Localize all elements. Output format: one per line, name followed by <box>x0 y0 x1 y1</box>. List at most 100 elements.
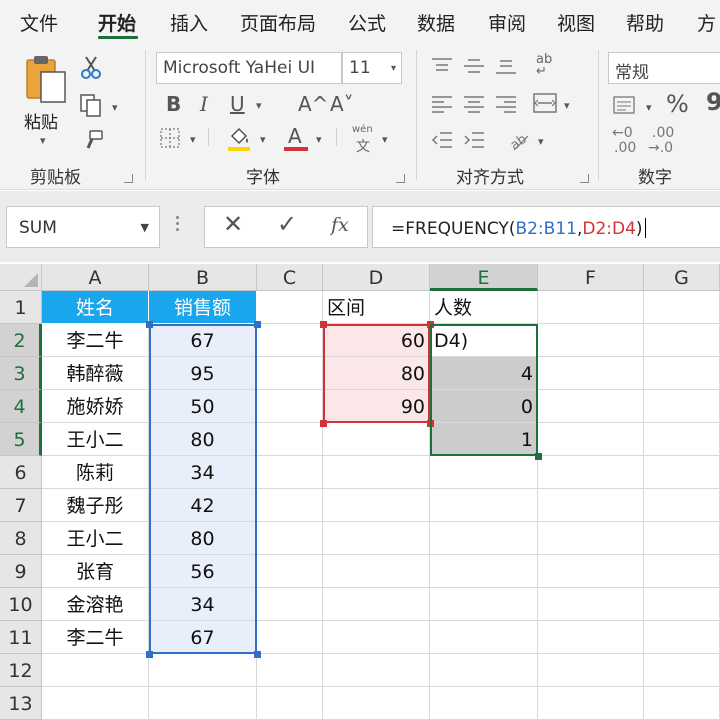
column-header-d[interactable]: D <box>323 264 430 291</box>
cell-c5[interactable] <box>257 423 323 456</box>
enter-icon[interactable]: ✓ <box>277 212 297 236</box>
cell-d6[interactable] <box>323 456 430 489</box>
row-header-7[interactable]: 7 <box>0 489 42 522</box>
cell-f4[interactable] <box>538 390 644 423</box>
format-painter-icon[interactable] <box>80 128 106 154</box>
range-handle[interactable] <box>427 420 434 427</box>
cell-e10[interactable] <box>430 588 538 621</box>
cell-g3[interactable] <box>644 357 720 390</box>
sales-cell[interactable]: 67 <box>149 621 257 654</box>
header-cell-count[interactable]: 人数 <box>430 291 538 324</box>
column-header-e[interactable]: E <box>430 264 538 291</box>
row-header-5[interactable]: 5 <box>0 423 42 456</box>
align-bottom-icon[interactable] <box>494 56 518 76</box>
cell-d8[interactable] <box>323 522 430 555</box>
name-cell[interactable]: 施娇娇 <box>42 390 149 423</box>
cell-c11[interactable] <box>257 621 323 654</box>
column-header-c[interactable]: C <box>257 264 323 291</box>
insert-function-icon[interactable]: fx <box>331 216 349 235</box>
cell-e8[interactable] <box>430 522 538 555</box>
tab-file[interactable]: 文件 <box>20 9 58 36</box>
column-header-f[interactable]: F <box>538 264 644 291</box>
cell-g13[interactable] <box>644 687 720 720</box>
name-cell[interactable]: 金溶艳 <box>42 588 149 621</box>
cell-c10[interactable] <box>257 588 323 621</box>
accounting-format-icon[interactable] <box>612 94 638 116</box>
row-header-11[interactable]: 11 <box>0 621 42 654</box>
range-handle[interactable] <box>320 321 327 328</box>
alignment-launcher-icon[interactable] <box>580 174 589 183</box>
column-header-g[interactable]: G <box>644 264 720 291</box>
cell-f9[interactable] <box>538 555 644 588</box>
sales-cell[interactable]: 34 <box>149 456 257 489</box>
underline-button[interactable]: U <box>230 94 245 114</box>
cell-d11[interactable] <box>323 621 430 654</box>
cell-f7[interactable] <box>538 489 644 522</box>
increase-decimal-button[interactable]: ←0 .00 <box>612 126 646 156</box>
cell-c8[interactable] <box>257 522 323 555</box>
cell-f6[interactable] <box>538 456 644 489</box>
tab-review[interactable]: 审阅 <box>488 9 526 36</box>
chevron-down-icon[interactable]: ▾ <box>538 136 544 147</box>
row-header-10[interactable]: 10 <box>0 588 42 621</box>
border-icon[interactable] <box>158 126 182 150</box>
interval-cell[interactable]: 80 <box>323 357 430 390</box>
range-handle[interactable] <box>427 321 434 328</box>
chevron-down-icon[interactable]: ▾ <box>564 100 570 111</box>
row-header-8[interactable]: 8 <box>0 522 42 555</box>
cell-f5[interactable] <box>538 423 644 456</box>
cell-c7[interactable] <box>257 489 323 522</box>
chevron-down-icon[interactable]: ▾ <box>382 134 388 145</box>
name-cell[interactable]: 李二牛 <box>42 621 149 654</box>
cell-c2[interactable] <box>257 324 323 357</box>
cell-d12[interactable] <box>323 654 430 687</box>
cell-c1[interactable] <box>257 291 323 324</box>
cell-f10[interactable] <box>538 588 644 621</box>
cell-e13[interactable] <box>430 687 538 720</box>
header-cell-name[interactable]: 姓名 <box>42 291 149 324</box>
cell-g2[interactable] <box>644 324 720 357</box>
cell-f12[interactable] <box>538 654 644 687</box>
chevron-down-icon[interactable]: ▾ <box>112 102 118 113</box>
range-handle[interactable] <box>254 651 261 658</box>
row-header-1[interactable]: 1 <box>0 291 42 324</box>
copy-icon[interactable] <box>78 92 106 118</box>
cell-g7[interactable] <box>644 489 720 522</box>
range-handle[interactable] <box>535 453 542 460</box>
worksheet-grid[interactable]: A B C D E F G 1 2 3 4 5 6 7 8 9 10 11 12 13 姓名 销售额 区间 人数 李二牛 韩醉薇施… <box>0 264 720 720</box>
font-launcher-icon[interactable] <box>396 174 405 183</box>
range-handle[interactable] <box>254 321 261 328</box>
merge-center-icon[interactable] <box>532 92 558 114</box>
tab-data[interactable]: 数据 <box>417 9 455 36</box>
sales-cell[interactable]: 56 <box>149 555 257 588</box>
chevron-down-icon[interactable]: ▾ <box>316 134 322 145</box>
cell-d7[interactable] <box>323 489 430 522</box>
chevron-down-icon[interactable]: ▾ <box>646 102 652 113</box>
grow-font-button[interactable]: A^ <box>298 94 328 114</box>
decrease-indent-icon[interactable] <box>430 130 454 150</box>
name-cell[interactable]: 魏子彤 <box>42 489 149 522</box>
cell-e12[interactable] <box>430 654 538 687</box>
chevron-down-icon[interactable]: ▾ <box>256 100 262 111</box>
cancel-icon[interactable]: ✕ <box>223 212 243 236</box>
tab-insert[interactable]: 插入 <box>170 9 208 36</box>
percent-style-button[interactable]: % <box>666 92 689 116</box>
fill-color-icon[interactable] <box>226 124 252 152</box>
cell-c13[interactable] <box>257 687 323 720</box>
column-header-a[interactable]: A <box>42 264 149 291</box>
align-right-icon[interactable] <box>494 94 518 114</box>
cell-e6[interactable] <box>430 456 538 489</box>
sales-cell[interactable]: 80 <box>149 522 257 555</box>
row-header-4[interactable]: 4 <box>0 390 42 423</box>
italic-button[interactable]: I <box>200 94 208 114</box>
header-cell-interval[interactable]: 区间 <box>323 291 430 324</box>
range-handle[interactable] <box>320 420 327 427</box>
row-header-9[interactable]: 9 <box>0 555 42 588</box>
cell-c3[interactable] <box>257 357 323 390</box>
cell-d9[interactable] <box>323 555 430 588</box>
count-cell[interactable]: 0 <box>430 390 538 423</box>
orientation-icon[interactable]: ab <box>506 128 532 152</box>
phonetic-guide-icon[interactable]: wén 文 <box>352 124 382 155</box>
shrink-font-button[interactable]: A˅ <box>330 94 354 114</box>
align-middle-icon[interactable] <box>462 56 486 76</box>
